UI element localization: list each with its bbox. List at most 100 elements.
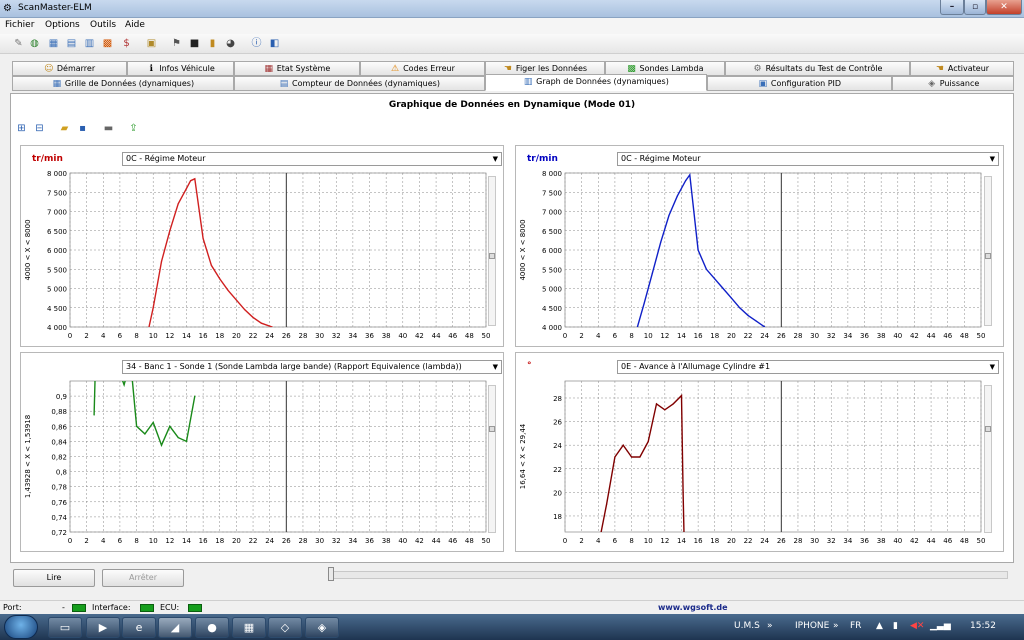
tray-iphone[interactable]: IPHONE	[795, 621, 829, 631]
time-slider[interactable]	[328, 567, 1008, 581]
x-tick-label: 2	[579, 537, 583, 545]
x-tick-label: 26	[282, 537, 291, 545]
tab-demarrer[interactable]: ☺ Démarrer	[12, 61, 127, 76]
x-tick-label: 14	[182, 332, 191, 340]
x-tick-label: 6	[613, 332, 618, 340]
volume-mute-icon[interactable]: ◀✕	[910, 621, 924, 631]
chart-4-pid-select[interactable]: 0E - Avance à l'Allumage Cylindre #1 ▼	[617, 360, 999, 374]
maximize-button[interactable]: ▫	[964, 0, 986, 15]
connect-icon[interactable]: ✎	[12, 37, 25, 50]
stop-button[interactable]: Arrêter	[102, 569, 184, 587]
minimize-button[interactable]: –	[940, 0, 964, 15]
menu-aide[interactable]: Aide	[125, 20, 145, 30]
chart-2-pid-select[interactable]: 0C - Régime Moteur ▼	[617, 152, 999, 166]
print-icon[interactable]: ▬	[102, 122, 115, 135]
x-tick-label: 34	[843, 537, 852, 545]
chart-4-scrollbar[interactable]	[984, 385, 992, 533]
menu-fichier[interactable]: Fichier	[5, 20, 34, 30]
explorer-task[interactable]: ▭	[48, 617, 82, 638]
slider-track[interactable]	[328, 571, 1008, 579]
chart-3-pid-select[interactable]: 34 - Banc 1 - Sonde 1 (Sonde Lambda larg…	[122, 360, 502, 374]
y-tick-label: 5 000	[47, 286, 67, 294]
app-task-3[interactable]: ◇	[268, 617, 302, 638]
tray-ums[interactable]: U.M.S	[734, 621, 760, 631]
data-point	[271, 326, 273, 327]
add-graph-icon[interactable]: ⊞	[15, 122, 28, 135]
tab-resultats-test[interactable]: ⚙ Résultats du Test de Contrôle	[725, 61, 910, 76]
tray-chevron-icon[interactable]: »	[767, 621, 773, 631]
data-point	[739, 307, 741, 309]
x-tick-label: 28	[298, 332, 307, 340]
open-folder-icon[interactable]: ▰	[58, 122, 71, 135]
tray-lang[interactable]: FR	[850, 621, 861, 631]
tray-up-icon[interactable]: ▲	[876, 621, 883, 631]
tab-graph-donnees[interactable]: ▥ Graph de Données (dynamiques)	[485, 74, 707, 91]
tab-activateur[interactable]: ☚ Activateur	[910, 61, 1014, 76]
data-point	[614, 456, 616, 458]
y-tick-label: 0,82	[51, 454, 67, 462]
dollar-icon[interactable]: $	[120, 37, 133, 50]
chart-1-pid-select[interactable]: 0C - Régime Moteur ▼	[122, 152, 502, 166]
tab-etat-systeme[interactable]: ▦ Etat Système	[234, 61, 360, 76]
x-tick-label: 30	[810, 537, 819, 545]
app-task-2[interactable]: ▦	[232, 617, 266, 638]
media-player-task[interactable]: ▶	[86, 617, 120, 638]
close-button[interactable]: ✕	[986, 0, 1022, 15]
panel-title: Graphique de Données en Dynamique (Mode …	[388, 100, 636, 110]
globe-icon[interactable]: ◍	[28, 37, 41, 50]
info-icon[interactable]: ⓘ	[250, 37, 263, 50]
export-icon[interactable]: ⇪	[127, 122, 140, 135]
tab-configuration-pid[interactable]: ▣ Configuration PID	[707, 76, 892, 91]
gauge-icon[interactable]: ◕	[224, 37, 237, 50]
tab-codes-erreur[interactable]: ⚠ Codes Erreur	[360, 61, 485, 76]
x-tick-label: 12	[165, 332, 174, 340]
data-point	[177, 437, 179, 439]
signal-icon[interactable]: ▁▃▅	[930, 621, 951, 631]
x-tick-label: 18	[710, 537, 719, 545]
scroll-thumb[interactable]	[985, 253, 991, 259]
clipboard-icon[interactable]: ▣	[145, 37, 158, 50]
scanmaster-task[interactable]: ◢	[158, 617, 192, 638]
x-tick-label: 8	[134, 332, 138, 340]
tab-compteur-donnees[interactable]: ▤ Compteur de Données (dynamiques)	[234, 76, 485, 91]
data-point	[123, 384, 125, 386]
app-task[interactable]: ●	[195, 617, 229, 638]
table-icon[interactable]: ▤	[65, 37, 78, 50]
menu-outils[interactable]: Outils	[90, 20, 116, 30]
scroll-thumb[interactable]	[985, 426, 991, 432]
grid-icon: ▦	[52, 79, 62, 89]
grid-icon[interactable]: ▦	[47, 37, 60, 50]
tab-puissance[interactable]: ◈ Puissance	[892, 76, 1014, 91]
window-title: ScanMaster-ELM	[18, 3, 92, 13]
read-button[interactable]: Lire	[13, 569, 95, 587]
battery-icon[interactable]: ▮	[206, 37, 219, 50]
x-tick-label: 4	[596, 537, 601, 545]
tray-chevron-icon[interactable]: »	[833, 621, 839, 631]
chart-2-scrollbar[interactable]	[984, 176, 992, 326]
data-point	[119, 373, 120, 374]
battery-icon[interactable]: ▮	[893, 621, 898, 631]
book-icon[interactable]: ◧	[268, 37, 281, 50]
menu-options[interactable]: Options	[45, 20, 80, 30]
chart-icon[interactable]: ▥	[83, 37, 96, 50]
dashboard-icon[interactable]: ▩	[101, 37, 114, 50]
tab-grille-donnees[interactable]: ▦ Grille de Données (dynamiques)	[12, 76, 234, 91]
app-task-4[interactable]: ◈	[305, 617, 339, 638]
save-icon[interactable]: ▪	[76, 122, 89, 135]
terminal-icon[interactable]: ■	[188, 37, 201, 50]
flag-icon[interactable]: ⚑	[170, 37, 183, 50]
remove-graph-icon[interactable]: ⊟	[33, 122, 46, 135]
status-bar: Port: - Interface: ECU: www.wgsoft.de	[0, 600, 1024, 614]
tab-infos-vehicule[interactable]: ℹ Infos Véhicule	[127, 61, 234, 76]
x-tick-label: 6	[118, 537, 123, 545]
y-tick-label: 26	[553, 419, 562, 427]
website-link[interactable]: www.wgsoft.de	[658, 603, 728, 612]
interface-led	[140, 604, 154, 612]
ie-task[interactable]: e	[122, 617, 156, 638]
slider-thumb[interactable]	[328, 567, 334, 581]
app-icon: ⚙	[3, 3, 12, 14]
data-point	[630, 456, 633, 458]
start-button[interactable]	[4, 615, 38, 639]
info-icon: ℹ	[149, 64, 153, 74]
y-tick-label: 20	[553, 489, 562, 497]
